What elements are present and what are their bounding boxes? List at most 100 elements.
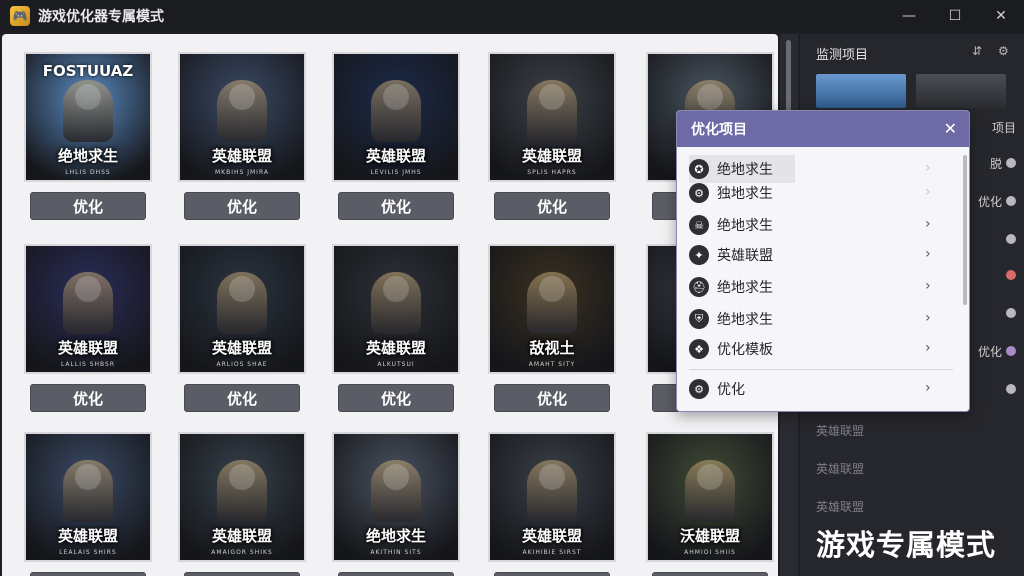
- panel-row-label: 项目: [991, 120, 1016, 135]
- character-figure: [63, 80, 113, 142]
- minimize-button[interactable]: —: [886, 0, 932, 32]
- popup-divider: [689, 369, 953, 370]
- popup-item[interactable]: ☠ 绝地求生: [689, 211, 953, 239]
- chevron-right-icon: ›: [925, 278, 931, 294]
- optimize-button[interactable]: 优化: [184, 192, 300, 220]
- window-controls: — ☐ ✕: [886, 0, 1024, 32]
- panel-list-item[interactable]: 英雄联盟: [816, 460, 864, 477]
- character-figure: [527, 272, 577, 334]
- skull-icon: ☠: [689, 215, 709, 235]
- character-figure: [371, 460, 421, 522]
- game-card[interactable]: 英雄联盟 SPLIS HAPRS 优化: [488, 52, 616, 220]
- card-title: 绝地求生: [57, 147, 118, 165]
- game-cover-image[interactable]: 沃雄联盟 AHMIOI SHIIS: [646, 432, 774, 562]
- optimize-button[interactable]: 优化: [494, 572, 610, 576]
- card-title: 英雄联盟: [365, 339, 426, 357]
- game-cover-image[interactable]: FOSTUUAZ 绝地求生 LHLIS DHSS: [24, 52, 152, 182]
- game-cover-image[interactable]: 英雄联盟 AKIHIBIE SIRST: [488, 432, 616, 562]
- chevron-right-icon: ›: [925, 310, 931, 326]
- optimize-button[interactable]: 优化: [184, 572, 300, 576]
- game-card[interactable]: 英雄联盟 AKIHIBIE SIRST 优化: [488, 432, 616, 576]
- game-card[interactable]: 英雄联盟 LALLIS SHBSR 优化: [24, 244, 152, 412]
- card-title: 绝地求生: [365, 527, 426, 545]
- character-figure: [63, 460, 113, 522]
- card-subtitle: AKITHIN SITS: [370, 549, 422, 556]
- card-subtitle: LHLIS DHSS: [65, 169, 111, 176]
- card-title: 英雄联盟: [211, 339, 272, 357]
- card-subtitle: AKIHIBIE SIRST: [522, 549, 582, 556]
- card-subtitle: ARLIOS SHAE: [216, 361, 268, 368]
- game-cover-image[interactable]: 英雄联盟 LEALAIS SHIRS: [24, 432, 152, 562]
- game-card[interactable]: 英雄联盟 MKBIHS JMIRA 优化: [178, 52, 306, 220]
- popup-footer-label: 优化: [717, 382, 745, 398]
- card-title: 敌视土: [529, 339, 575, 357]
- optimize-button[interactable]: 优化: [652, 572, 768, 576]
- game-cover-image[interactable]: 英雄联盟 LALLIS SHBSR: [24, 244, 152, 374]
- panel-list-item[interactable]: 英雄联盟: [816, 498, 864, 515]
- popup-footer-optimize[interactable]: ⚙ 优化: [689, 375, 953, 403]
- popup-item[interactable]: ⚙ 独地求生: [689, 179, 953, 207]
- optimize-button[interactable]: 优化: [30, 384, 146, 412]
- panel-row[interactable]: [966, 304, 1016, 322]
- panel-row-label: 优化: [977, 344, 1002, 359]
- game-cover-image[interactable]: 英雄联盟 MKBIHS JMIRA: [178, 52, 306, 182]
- game-card[interactable]: 绝地求生 AKITHIN SITS 优化: [332, 432, 460, 576]
- maximize-button[interactable]: ☐: [932, 0, 978, 32]
- popup-scrollbar[interactable]: [963, 155, 967, 305]
- game-cover-image[interactable]: 英雄联盟 LEVILIS JMHS: [332, 52, 460, 182]
- panel-row[interactable]: [966, 380, 1016, 398]
- panel-list-item[interactable]: 英雄联盟: [816, 422, 864, 439]
- popup-item[interactable]: ⛑ 绝地求生: [689, 273, 953, 301]
- game-grid: FOSTUUAZ 绝地求生 LHLIS DHSS 优化 英雄联盟 MKBIHS JMIRA…: [2, 34, 778, 576]
- optimize-button[interactable]: 优化: [494, 192, 610, 220]
- chevron-right-icon: ›: [925, 340, 931, 356]
- game-card[interactable]: FOSTUUAZ 绝地求生 LHLIS DHSS 优化: [24, 52, 152, 220]
- popup-close-icon[interactable]: ✕: [944, 119, 957, 138]
- character-figure: [217, 80, 267, 142]
- popup-item[interactable]: ✦ 英雄联盟: [689, 241, 953, 269]
- game-cover-image[interactable]: 英雄联盟 AMAIGOR SHIKS: [178, 432, 306, 562]
- game-cover-image[interactable]: 英雄联盟 ARLIOS SHAE: [178, 244, 306, 374]
- game-card[interactable]: 英雄联盟 ALKUTSUI 优化: [332, 244, 460, 412]
- settings-icon[interactable]: ⚙: [998, 44, 1009, 58]
- optimize-button[interactable]: 优化: [338, 192, 454, 220]
- popup-item[interactable]: ⛨ 绝地求生: [689, 305, 953, 333]
- panel-row[interactable]: 优化: [966, 342, 1016, 360]
- game-card[interactable]: 英雄联盟 AMAIGOR SHIKS 优化: [178, 432, 306, 576]
- card-title: 英雄联盟: [57, 527, 118, 545]
- thumbnail-hero[interactable]: [916, 74, 1006, 108]
- optimize-popup: 优化项目 ✕ ✪ 绝地求生 › ⚙ 独地求生 › ☠ 绝地求生 › ✦ 英雄联盟 › ⛑ 绝地求生 › ⛨ 绝地…: [676, 110, 970, 412]
- status-dot-icon: [1006, 346, 1016, 356]
- game-card[interactable]: 英雄联盟 LEVILIS JMHS 优化: [332, 52, 460, 220]
- popup-item[interactable]: ❖ 优化模板: [689, 335, 953, 363]
- optimize-button[interactable]: 优化: [338, 572, 454, 576]
- panel-row[interactable]: 脱: [966, 154, 1016, 172]
- game-card[interactable]: 敌视土 AMAHT SITY 优化: [488, 244, 616, 412]
- panel-row[interactable]: 优化: [966, 192, 1016, 210]
- optimize-button[interactable]: 优化: [494, 384, 610, 412]
- character-figure: [371, 80, 421, 142]
- game-cover-image[interactable]: 敌视土 AMAHT SITY: [488, 244, 616, 374]
- card-subtitle: MKBIHS JMIRA: [215, 169, 269, 176]
- popup-item-label: 优化模板: [717, 342, 773, 358]
- game-cover-image[interactable]: 英雄联盟 SPLIS HAPRS: [488, 52, 616, 182]
- card-subtitle: SPLIS HAPRS: [527, 169, 577, 176]
- game-cover-image[interactable]: 英雄联盟 ALKUTSUI: [332, 244, 460, 374]
- close-button[interactable]: ✕: [978, 0, 1024, 32]
- optimize-button[interactable]: 优化: [30, 572, 146, 576]
- panel-row[interactable]: [966, 230, 1016, 248]
- popup-item-label: 绝地求生: [717, 280, 773, 296]
- panel-row[interactable]: [966, 266, 1016, 284]
- game-cover-image[interactable]: 绝地求生 AKITHIN SITS: [332, 432, 460, 562]
- gear-badge-icon: ⚙: [689, 183, 709, 203]
- pin-icon[interactable]: ⇵: [972, 44, 982, 58]
- optimize-button[interactable]: 优化: [338, 384, 454, 412]
- game-card[interactable]: 英雄联盟 ARLIOS SHAE 优化: [178, 244, 306, 412]
- thumbnail-pubg[interactable]: [816, 74, 906, 108]
- game-card[interactable]: 英雄联盟 LEALAIS SHIRS 优化: [24, 432, 152, 576]
- optimize-button[interactable]: 优化: [184, 384, 300, 412]
- game-card[interactable]: 沃雄联盟 AHMIOI SHIIS 优化: [646, 432, 774, 576]
- chevron-right-icon: ›: [925, 216, 931, 232]
- optimize-button[interactable]: 优化: [30, 192, 146, 220]
- panel-row[interactable]: 项目: [966, 118, 1016, 136]
